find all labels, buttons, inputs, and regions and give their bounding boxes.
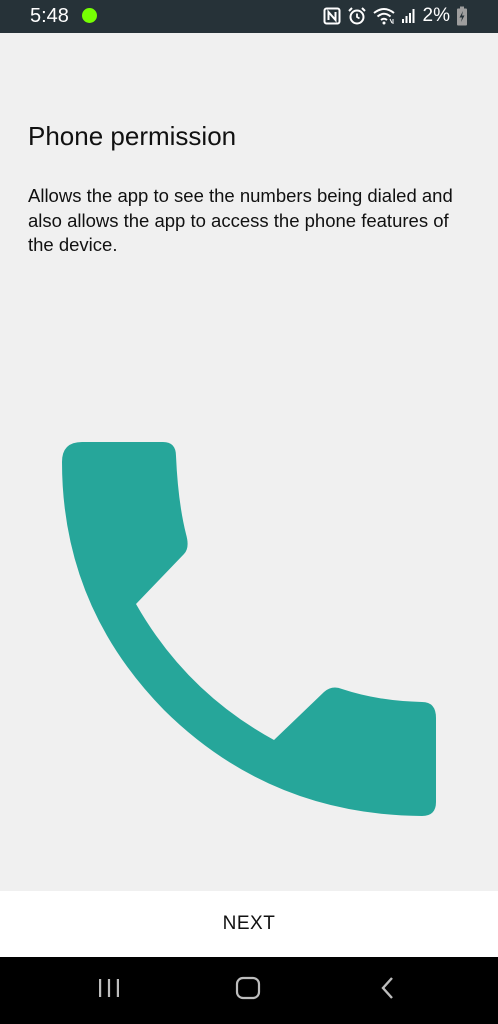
battery-percent: 2%: [422, 5, 450, 26]
nfc-icon: [323, 7, 341, 25]
next-button[interactable]: NEXT: [0, 891, 498, 957]
alarm-icon: [347, 6, 367, 26]
recent-apps-button[interactable]: [89, 973, 129, 1007]
wifi-icon: [372, 7, 395, 25]
permission-description: Allows the app to see the numbers being …: [28, 185, 453, 255]
status-bar: 5:48 2%: [0, 0, 498, 33]
page-title: Phone permission: [28, 121, 237, 151]
navigation-bar: [0, 957, 498, 1024]
status-dot-icon: [82, 8, 97, 23]
home-button[interactable]: [228, 973, 268, 1007]
phone-icon: [60, 442, 438, 818]
recent-apps-icon: [97, 977, 121, 1004]
home-icon: [235, 976, 261, 1005]
battery-charging-icon: [456, 6, 468, 26]
status-time: 5:48: [30, 5, 69, 27]
signal-icon: [401, 8, 417, 24]
back-button[interactable]: [368, 973, 408, 1007]
footer-bar: NEXT: [0, 891, 498, 957]
permission-screen: Phone permission Allows the app to see t…: [0, 33, 498, 891]
back-icon: [379, 976, 397, 1005]
status-icons: 2%: [323, 4, 468, 28]
